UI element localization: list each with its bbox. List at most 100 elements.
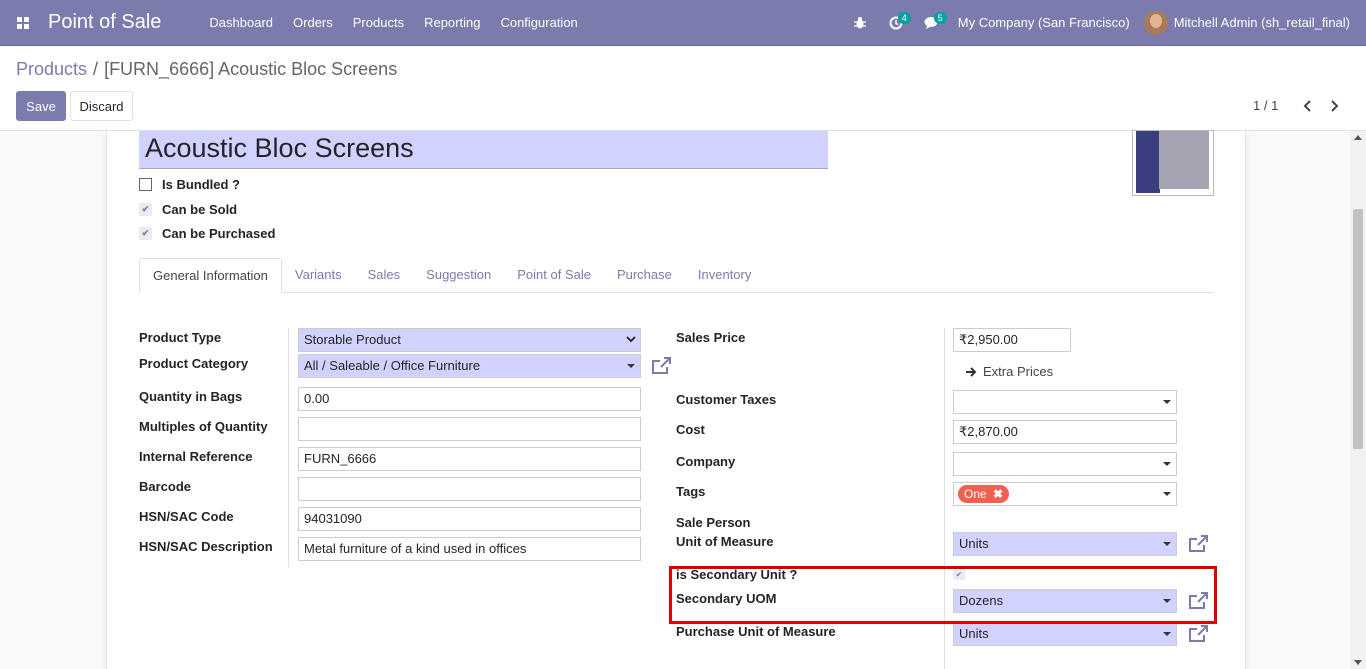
product-name-input[interactable]: Acoustic Bloc Screens — [139, 131, 828, 169]
customer-taxes-input[interactable] — [953, 390, 1177, 414]
unit-of-measure-value: Units — [959, 536, 989, 551]
external-link-icon[interactable] — [650, 356, 672, 378]
quantity-in-bags-label: Quantity in Bags — [139, 389, 243, 404]
breadcrumb: Products / [FURN_6666] Acoustic Bloc Scree… — [16, 59, 397, 80]
tag-remove-icon[interactable]: ✖ — [993, 487, 1003, 501]
barcode-input[interactable] — [298, 477, 641, 501]
multiples-of-quantity-input[interactable] — [298, 417, 641, 441]
unit-of-measure-select[interactable]: Units — [953, 532, 1177, 556]
product-image[interactable] — [1132, 130, 1214, 196]
chevron-down-icon — [626, 332, 636, 354]
sales-price-input[interactable]: ₹2,950.00 — [953, 328, 1071, 352]
caret-down-icon — [627, 364, 635, 368]
internal-reference-input[interactable]: FURN_6666 — [298, 447, 641, 471]
product-type-select[interactable]: Storable Product — [298, 328, 641, 352]
apps-menu-icon[interactable] — [0, 0, 46, 46]
hsn-code-label: HSN/SAC Code — [139, 509, 234, 524]
sale-person-label: Sale Person — [676, 515, 751, 530]
tab-variants[interactable]: Variants — [282, 258, 355, 293]
barcode-label: Barcode — [139, 479, 192, 494]
arrow-right-icon — [965, 366, 977, 378]
company-select[interactable] — [953, 452, 1177, 476]
secondary-unit-highlight-box — [669, 566, 1217, 624]
quantity-in-bags-input[interactable]: 0.00 — [298, 387, 641, 411]
tags-input[interactable]: One ✖ — [953, 482, 1177, 506]
control-panel: Products / [FURN_6666] Acoustic Bloc Scree… — [0, 46, 1366, 131]
save-button[interactable]: Save — [16, 91, 66, 121]
purchase-uom-label: Purchase Unit of Measure — [676, 624, 836, 639]
caret-down-icon — [1163, 542, 1171, 546]
main-menu: Dashboard Orders Products Reporting Conf… — [199, 0, 587, 46]
caret-down-icon — [1163, 632, 1171, 636]
top-navbar: Point of Sale Dashboard Orders Products … — [0, 0, 1366, 46]
external-link-icon[interactable] — [1187, 534, 1209, 556]
tab-purchase[interactable]: Purchase — [604, 258, 685, 293]
product-category-value: All / Saleable / Office Furniture — [304, 358, 481, 373]
tag-one[interactable]: One ✖ — [958, 485, 1010, 503]
tab-point-of-sale[interactable]: Point of Sale — [504, 258, 604, 293]
scroll-up-arrow-icon[interactable] — [1354, 135, 1362, 140]
extra-prices-button[interactable]: Extra Prices — [965, 364, 1053, 379]
product-type-value: Storable Product — [304, 332, 401, 347]
menu-item-dashboard[interactable]: Dashboard — [199, 0, 283, 46]
breadcrumb-current: [FURN_6666] Acoustic Bloc Screens — [104, 59, 398, 79]
pager-previous-icon[interactable] — [1298, 96, 1316, 116]
caret-down-icon — [1163, 462, 1171, 466]
messages-count-badge: 5 — [933, 11, 947, 24]
menu-item-products[interactable]: Products — [343, 0, 414, 46]
menu-item-reporting[interactable]: Reporting — [414, 0, 490, 46]
breadcrumb-products-link[interactable]: Products — [16, 59, 87, 79]
external-link-icon[interactable] — [1187, 624, 1209, 646]
activity-clock-icon[interactable]: 4 — [878, 0, 914, 46]
scrollbar-thumb[interactable] — [1353, 209, 1363, 449]
form-tabs: General Information Variants Sales Sugge… — [139, 258, 1214, 293]
hsn-code-input[interactable]: 94031090 — [298, 507, 641, 531]
is-bundled-label: Is Bundled ? — [162, 177, 240, 192]
multiples-of-quantity-label: Multiples of Quantity — [139, 419, 268, 434]
extra-prices-label: Extra Prices — [983, 364, 1054, 379]
internal-reference-label: Internal Reference — [139, 449, 253, 464]
tag-one-label: One — [964, 487, 987, 501]
can-be-purchased-checkbox[interactable]: ✔ — [139, 227, 152, 240]
can-be-purchased-row: ✔ Can be Purchased — [139, 226, 275, 241]
is-bundled-row: Is Bundled ? — [139, 177, 240, 192]
can-be-sold-checkbox[interactable]: ✔ — [139, 203, 152, 216]
is-bundled-checkbox[interactable] — [139, 178, 152, 191]
tab-general-information[interactable]: General Information — [139, 258, 282, 293]
can-be-sold-label: Can be Sold — [162, 202, 238, 217]
vertical-scrollbar[interactable] — [1350, 131, 1366, 669]
menu-item-orders[interactable]: Orders — [283, 0, 343, 46]
left-column-divider — [288, 328, 289, 567]
company-switcher[interactable]: My Company (San Francisco) — [950, 15, 1144, 30]
scroll-down-arrow-icon[interactable] — [1354, 660, 1362, 665]
debug-bug-icon[interactable] — [842, 0, 878, 46]
discard-button[interactable]: Discard — [70, 91, 133, 121]
app-title[interactable]: Point of Sale — [48, 11, 161, 34]
activity-count-badge: 4 — [897, 11, 911, 24]
can-be-sold-row: ✔ Can be Sold — [139, 202, 237, 217]
company-label: Company — [676, 454, 736, 469]
purchase-uom-value: Units — [959, 626, 989, 641]
breadcrumb-separator: / — [93, 59, 99, 79]
customer-taxes-label: Customer Taxes — [676, 392, 777, 407]
product-category-select[interactable]: All / Saleable / Office Furniture — [298, 354, 641, 378]
unit-of-measure-label: Unit of Measure — [676, 534, 774, 549]
pager-value[interactable]: 1 / 1 — [1253, 98, 1278, 113]
caret-down-icon — [1163, 492, 1171, 496]
product-category-label: Product Category — [139, 356, 249, 371]
messages-chat-icon[interactable]: 5 — [914, 0, 950, 46]
purchase-uom-select[interactable]: Units — [953, 622, 1177, 646]
menu-item-configuration[interactable]: Configuration — [490, 0, 587, 46]
user-name: Mitchell Admin (sh_retail_final) — [1173, 15, 1350, 30]
hsn-description-label: HSN/SAC Description — [139, 539, 273, 554]
tab-suggestion[interactable]: Suggestion — [413, 258, 504, 293]
pager-next-icon[interactable] — [1326, 96, 1344, 116]
user-menu[interactable]: Mitchell Admin (sh_retail_final) — [1143, 10, 1366, 35]
product-type-label: Product Type — [139, 330, 222, 345]
hsn-description-input[interactable]: Metal furniture of a kind used in office… — [298, 537, 641, 561]
caret-down-icon — [1163, 400, 1171, 404]
cost-label: Cost — [676, 422, 705, 437]
tab-inventory[interactable]: Inventory — [685, 258, 764, 293]
cost-input[interactable]: ₹2,870.00 — [953, 420, 1177, 444]
tab-sales[interactable]: Sales — [355, 258, 414, 293]
